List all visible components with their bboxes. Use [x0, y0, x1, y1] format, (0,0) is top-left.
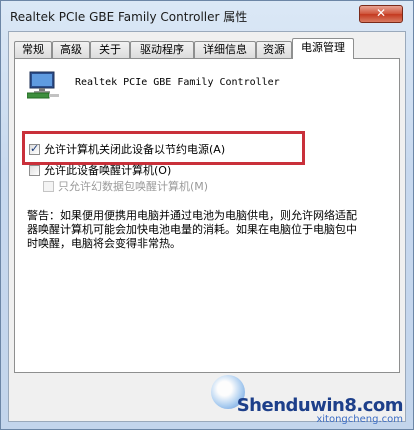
- watermark-main: Shenduwin8.com: [236, 395, 404, 416]
- allow-turn-off-label: 允许计算机关闭此设备以节约电源(A): [44, 143, 226, 156]
- dialog-client: 常规 高级 关于 驱动程序 详细信息 资源 电源管理 Realtek PCIe …: [8, 31, 406, 422]
- title-bar[interactable]: Realtek PCIe GBE Family Controller 属性 ✕: [1, 1, 413, 31]
- power-management-panel: Realtek PCIe GBE Family Controller 允许计算机…: [14, 58, 400, 373]
- magic-packet-checkbox[interactable]: [43, 180, 54, 192]
- device-name: Realtek PCIe GBE Family Controller: [75, 77, 280, 88]
- allow-wake-checkbox[interactable]: [29, 164, 40, 176]
- tab-general[interactable]: 常规: [14, 41, 52, 58]
- magic-packet-option[interactable]: 只允许幻数据包唤醒计算机(M): [43, 178, 208, 194]
- allow-wake-option[interactable]: 允许此设备唤醒计算机(O): [29, 162, 171, 178]
- warning-text: 警告：如果便用便携用电脑并通过电池为电脑供电，则允许网络适配器唤醒计算机可能会加…: [27, 209, 357, 250]
- tab-driver[interactable]: 驱动程序: [130, 41, 194, 58]
- window-title: Realtek PCIe GBE Family Controller 属性: [10, 10, 248, 24]
- tab-details[interactable]: 详细信息: [194, 41, 256, 58]
- watermark: Shenduwin8.com xitongcheng.com: [236, 395, 404, 425]
- tab-advanced[interactable]: 高级: [52, 41, 90, 58]
- tab-resources[interactable]: 资源: [256, 41, 292, 58]
- close-button[interactable]: ✕: [359, 5, 403, 23]
- allow-turn-off-option[interactable]: 允许计算机关闭此设备以节约电源(A): [29, 141, 225, 157]
- close-icon: ✕: [375, 6, 387, 20]
- tab-about[interactable]: 关于: [90, 41, 130, 58]
- allow-wake-label: 允许此设备唤醒计算机(O): [44, 164, 172, 177]
- magic-packet-label: 只允许幻数据包唤醒计算机(M): [58, 180, 209, 193]
- allow-turn-off-checkbox[interactable]: [29, 142, 40, 155]
- network-adapter-icon: [27, 71, 59, 99]
- properties-window: Realtek PCIe GBE Family Controller 属性 ✕ …: [0, 0, 414, 430]
- tab-power-management[interactable]: 电源管理: [292, 38, 354, 59]
- tab-strip: 常规 高级 关于 驱动程序 详细信息 资源 电源管理: [14, 38, 400, 59]
